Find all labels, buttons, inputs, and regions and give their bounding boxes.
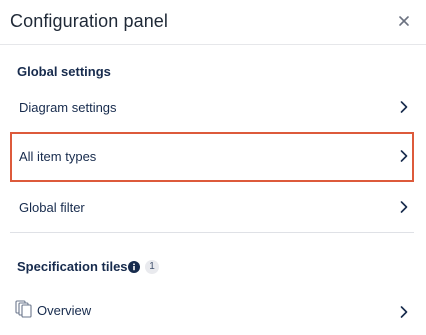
overview-tile-row[interactable]: Overview (10, 286, 414, 335)
section-divider (10, 232, 414, 233)
diagram-settings-label: Diagram settings (19, 100, 117, 115)
overview-tile-label: Overview (37, 303, 92, 318)
tiles-count-badge: 1 (145, 260, 159, 274)
chevron-right-icon (400, 150, 408, 162)
all-item-types-row[interactable]: All item types (10, 132, 414, 182)
chevron-right-icon (400, 201, 408, 213)
overview-tile-icon (15, 300, 32, 318)
chevron-right-icon (400, 101, 408, 113)
panel-title: Configuration panel (10, 11, 169, 31)
all-item-types-label: All item types (19, 149, 97, 164)
global-filter-label: Global filter (19, 200, 85, 215)
panel-header: Configuration panel (0, 0, 426, 45)
configuration-panel: Configuration panel Global settings Diag… (0, 0, 426, 335)
global-settings-heading: Global settings (17, 64, 111, 79)
global-filter-row[interactable]: Global filter (10, 183, 414, 233)
info-icon[interactable] (128, 261, 140, 273)
chevron-right-icon (400, 306, 408, 318)
specification-tiles-heading: Specification tiles (17, 259, 128, 274)
close-icon[interactable] (396, 13, 412, 29)
diagram-settings-row[interactable]: Diagram settings (10, 83, 414, 133)
